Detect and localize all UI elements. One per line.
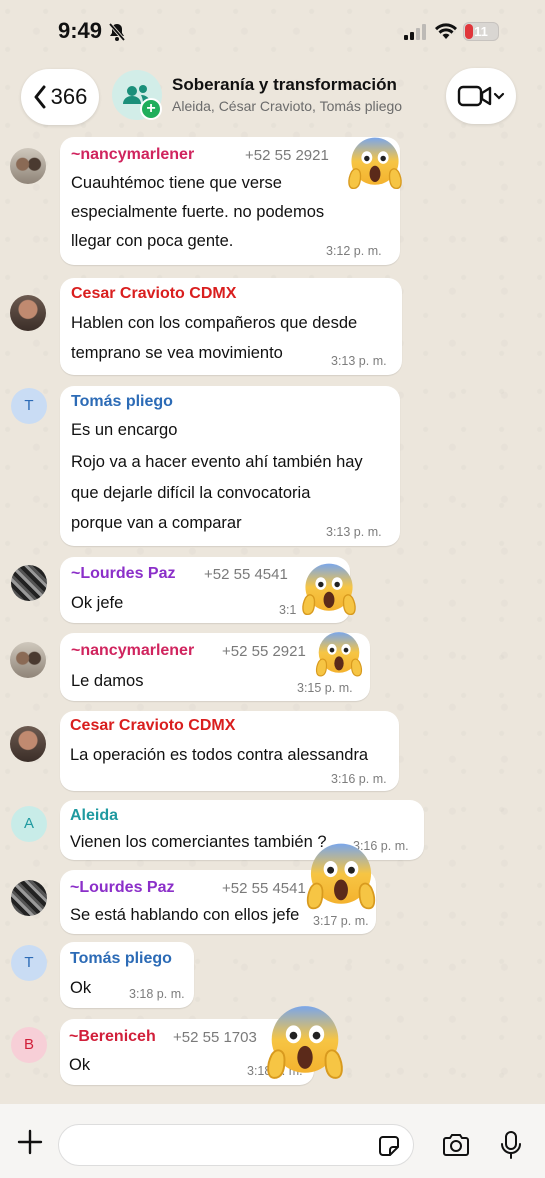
message-bubble[interactable]: Tomás pliego Ok 3:18 p. m. bbox=[60, 942, 194, 1008]
message-sender[interactable]: ~Bereniceh bbox=[69, 1028, 156, 1046]
message-phone: +52 55 4541 bbox=[222, 880, 306, 897]
chevron-left-icon bbox=[34, 85, 46, 109]
camera-icon[interactable] bbox=[441, 1132, 471, 1163]
message-text: Le damos bbox=[71, 672, 144, 690]
message-sender[interactable]: Aleida bbox=[70, 807, 118, 825]
message-sender[interactable]: ~nancymarlener bbox=[71, 642, 194, 660]
message-text: Rojo va a hacer evento ahí también hay bbox=[71, 453, 363, 471]
message-phone: +52 55 4541 bbox=[204, 566, 288, 583]
chat-header: 366 + Soberanía y transformación Aleida,… bbox=[0, 62, 545, 132]
back-button[interactable]: 366 bbox=[21, 69, 99, 125]
chat-title[interactable]: Soberanía y transformación bbox=[172, 75, 397, 95]
message-text: especialmente fuerte. no podemos bbox=[71, 203, 325, 221]
battery-level: 11 bbox=[474, 24, 488, 39]
message-time: 3:17 p. m. bbox=[313, 914, 369, 928]
bell-off-icon bbox=[108, 22, 126, 47]
message-time: 3:13 p. m. bbox=[331, 354, 387, 368]
message-phone: +52 55 2921 bbox=[245, 147, 329, 164]
message-text: Es un encargo bbox=[71, 421, 178, 439]
avatar[interactable]: A bbox=[11, 806, 47, 842]
message-time: 3:12 p. m. bbox=[326, 244, 382, 258]
message-text: que dejarle difícil la convocatoria bbox=[71, 484, 311, 502]
unread-count: 366 bbox=[50, 84, 88, 109]
wifi-icon bbox=[434, 22, 458, 45]
screaming-emoji bbox=[315, 632, 363, 677]
message-sender[interactable]: Cesar Cravioto CDMX bbox=[71, 285, 236, 303]
avatar[interactable] bbox=[10, 642, 46, 678]
message-text: Ok bbox=[69, 1056, 91, 1074]
avatar[interactable]: T bbox=[11, 945, 47, 981]
message-text: llegar con poca gente. bbox=[71, 232, 234, 250]
message-time: 3:16 p. m. bbox=[331, 772, 387, 786]
avatar[interactable] bbox=[10, 726, 46, 762]
message-text: porque van a comparar bbox=[71, 514, 242, 532]
message-input[interactable] bbox=[58, 1124, 414, 1166]
battery-icon: 11 bbox=[463, 22, 499, 41]
message-phone: +52 55 2921 bbox=[222, 643, 306, 660]
plus-icon[interactable] bbox=[16, 1128, 44, 1161]
message-text: Ok bbox=[70, 979, 92, 997]
message-text: Vienen los comerciantes también ? bbox=[70, 833, 327, 851]
message-text: Se está hablando con ellos jefe bbox=[70, 906, 300, 924]
video-call-icon bbox=[457, 85, 505, 107]
message-text: Cuauhtémoc tiene que verse bbox=[71, 174, 282, 192]
message-phone: +52 55 1703 bbox=[173, 1029, 257, 1046]
avatar[interactable] bbox=[11, 565, 47, 601]
message-bubble[interactable]: Cesar Cravioto CDMX Hablen con los compa… bbox=[60, 278, 402, 375]
message-text: La operación es todos contra alessandra bbox=[70, 746, 369, 764]
message-sender[interactable]: Cesar Cravioto CDMX bbox=[70, 717, 235, 735]
message-bubble[interactable]: Cesar Cravioto CDMX La operación es todo… bbox=[60, 711, 399, 791]
message-bubble[interactable]: Tomás pliego Es un encargo Rojo va a hac… bbox=[60, 386, 400, 546]
message-text: Hablen con los compañeros que desde bbox=[71, 314, 358, 332]
message-sender[interactable]: Tomás pliego bbox=[71, 393, 173, 411]
status-bar: 9:49 11 bbox=[0, 0, 545, 62]
chat-participants[interactable]: Aleida, César Cravioto, Tomás pliego bbox=[172, 98, 402, 114]
status-time: 9:49 bbox=[58, 18, 103, 43]
screaming-emoji bbox=[348, 137, 402, 190]
avatar[interactable]: B bbox=[11, 1027, 47, 1063]
screaming-emoji bbox=[306, 843, 376, 910]
message-sender[interactable]: ~Lourdes Paz bbox=[71, 565, 175, 583]
video-call-button[interactable] bbox=[446, 68, 516, 124]
avatar[interactable] bbox=[10, 148, 46, 184]
avatar[interactable] bbox=[10, 295, 46, 331]
signal-icon bbox=[404, 24, 428, 45]
message-sender[interactable]: Tomás pliego bbox=[70, 950, 172, 968]
avatar[interactable] bbox=[11, 880, 47, 916]
screaming-emoji bbox=[267, 1006, 343, 1079]
message-time: 3:1 bbox=[279, 603, 297, 617]
message-text: temprano se vea movimiento bbox=[71, 344, 283, 362]
sticker-icon[interactable] bbox=[376, 1133, 402, 1164]
composer-bar bbox=[0, 1104, 545, 1178]
message-time: 3:18 p. m. bbox=[129, 987, 185, 1001]
message-time: 3:15 p. m. bbox=[297, 681, 353, 695]
mic-icon[interactable] bbox=[500, 1130, 522, 1165]
message-sender[interactable]: ~Lourdes Paz bbox=[70, 879, 174, 897]
avatar[interactable]: T bbox=[11, 388, 47, 424]
message-time: 3:13 p. m. bbox=[326, 525, 382, 539]
message-text: Ok jefe bbox=[71, 594, 124, 612]
add-participant-icon: + bbox=[140, 98, 162, 120]
screaming-emoji bbox=[302, 563, 356, 616]
message-sender[interactable]: ~nancymarlener bbox=[71, 146, 194, 164]
